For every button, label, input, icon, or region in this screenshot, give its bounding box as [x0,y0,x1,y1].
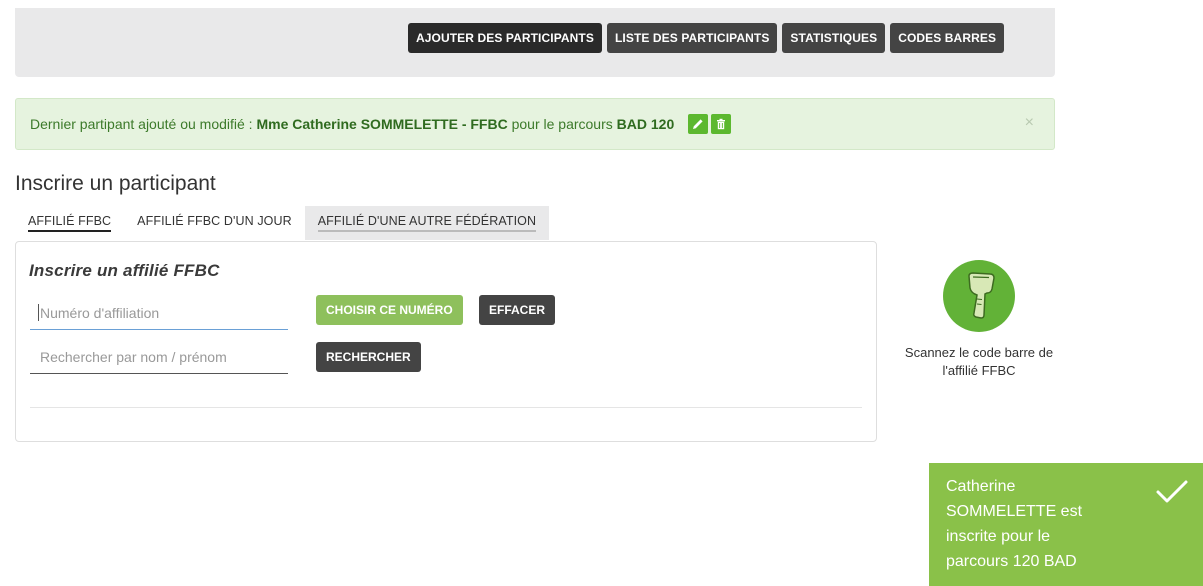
alert-prefix: Dernier partipant ajouté ou modifié : [30,116,257,132]
alert-close-button[interactable]: × [1025,114,1034,132]
edit-participant-button[interactable] [688,114,709,134]
nav-participants-list-button[interactable]: LISTE DES PARTICIPANTS [606,23,778,53]
choose-number-button[interactable]: CHOISIR CE NUMÉRO [316,295,463,325]
nav-add-participants-button[interactable]: AJOUTER DES PARTICIPANTS [408,23,602,53]
nav-barcodes-button[interactable]: CODES BARRES [890,23,1005,53]
check-icon [1156,480,1188,503]
barcode-scanner-icon [968,272,995,319]
tab-label: AFFILIÉ D'UNE AUTRE FÉDÉRATION [317,214,537,232]
registration-tabs: AFFILIÉ FFBC AFFILIÉ FFBC D'UN JOUR AFFI… [15,206,550,240]
delete-participant-button[interactable] [711,114,732,134]
tab-ffbc-affiliate[interactable]: AFFILIÉ FFBC [15,206,124,240]
clear-button[interactable]: EFFACER [479,295,556,325]
tab-label: AFFILIÉ FFBC [28,214,112,232]
top-nav: AJOUTER DES PARTICIPANTS LISTE DES PARTI… [408,23,1005,53]
barcode-scanner-badge [943,260,1015,332]
search-button[interactable]: RECHERCHER [316,342,421,372]
tab-ffbc-day-affiliate[interactable]: AFFILIÉ FFBC D'UN JOUR [124,206,305,240]
search-name-input[interactable]: Rechercher par nom / prénom [30,340,288,374]
card-divider [30,407,862,408]
alert-course-name: BAD 120 [616,116,675,132]
alert-participant-name: Mme Catherine SOMMELETTE - FFBC [256,116,508,132]
scanner-instructions: Scannez le code barre de l'affilié FFBC [904,345,1054,378]
affiliation-number-input[interactable]: Numéro d'affiliation [30,296,288,330]
alert-actions [688,114,732,134]
registration-card: Inscrire un affilié FFBC Numéro d'affili… [15,241,877,442]
page: AJOUTER DES PARTICIPANTS LISTE DES PARTI… [0,0,1203,586]
pencil-icon [693,119,703,129]
tab-label: AFFILIÉ FFBC D'UN JOUR [137,214,292,228]
toast-message: Catherine SOMMELETTE est inscrite pour l… [946,478,1083,570]
nav-statistics-button[interactable]: STATISTIQUES [782,23,886,53]
section-title: Inscrire un participant [15,172,216,195]
success-toast[interactable]: Catherine SOMMELETTE est inscrite pour l… [929,463,1203,586]
alert-middle: pour le parcours [507,116,617,132]
card-title: Inscrire un affilié FFBC [29,261,220,280]
last-participant-alert: Dernier partipant ajouté ou modifié : Mm… [15,98,1055,150]
tab-other-federation[interactable]: AFFILIÉ D'UNE AUTRE FÉDÉRATION [304,206,550,240]
trash-icon [717,118,726,130]
